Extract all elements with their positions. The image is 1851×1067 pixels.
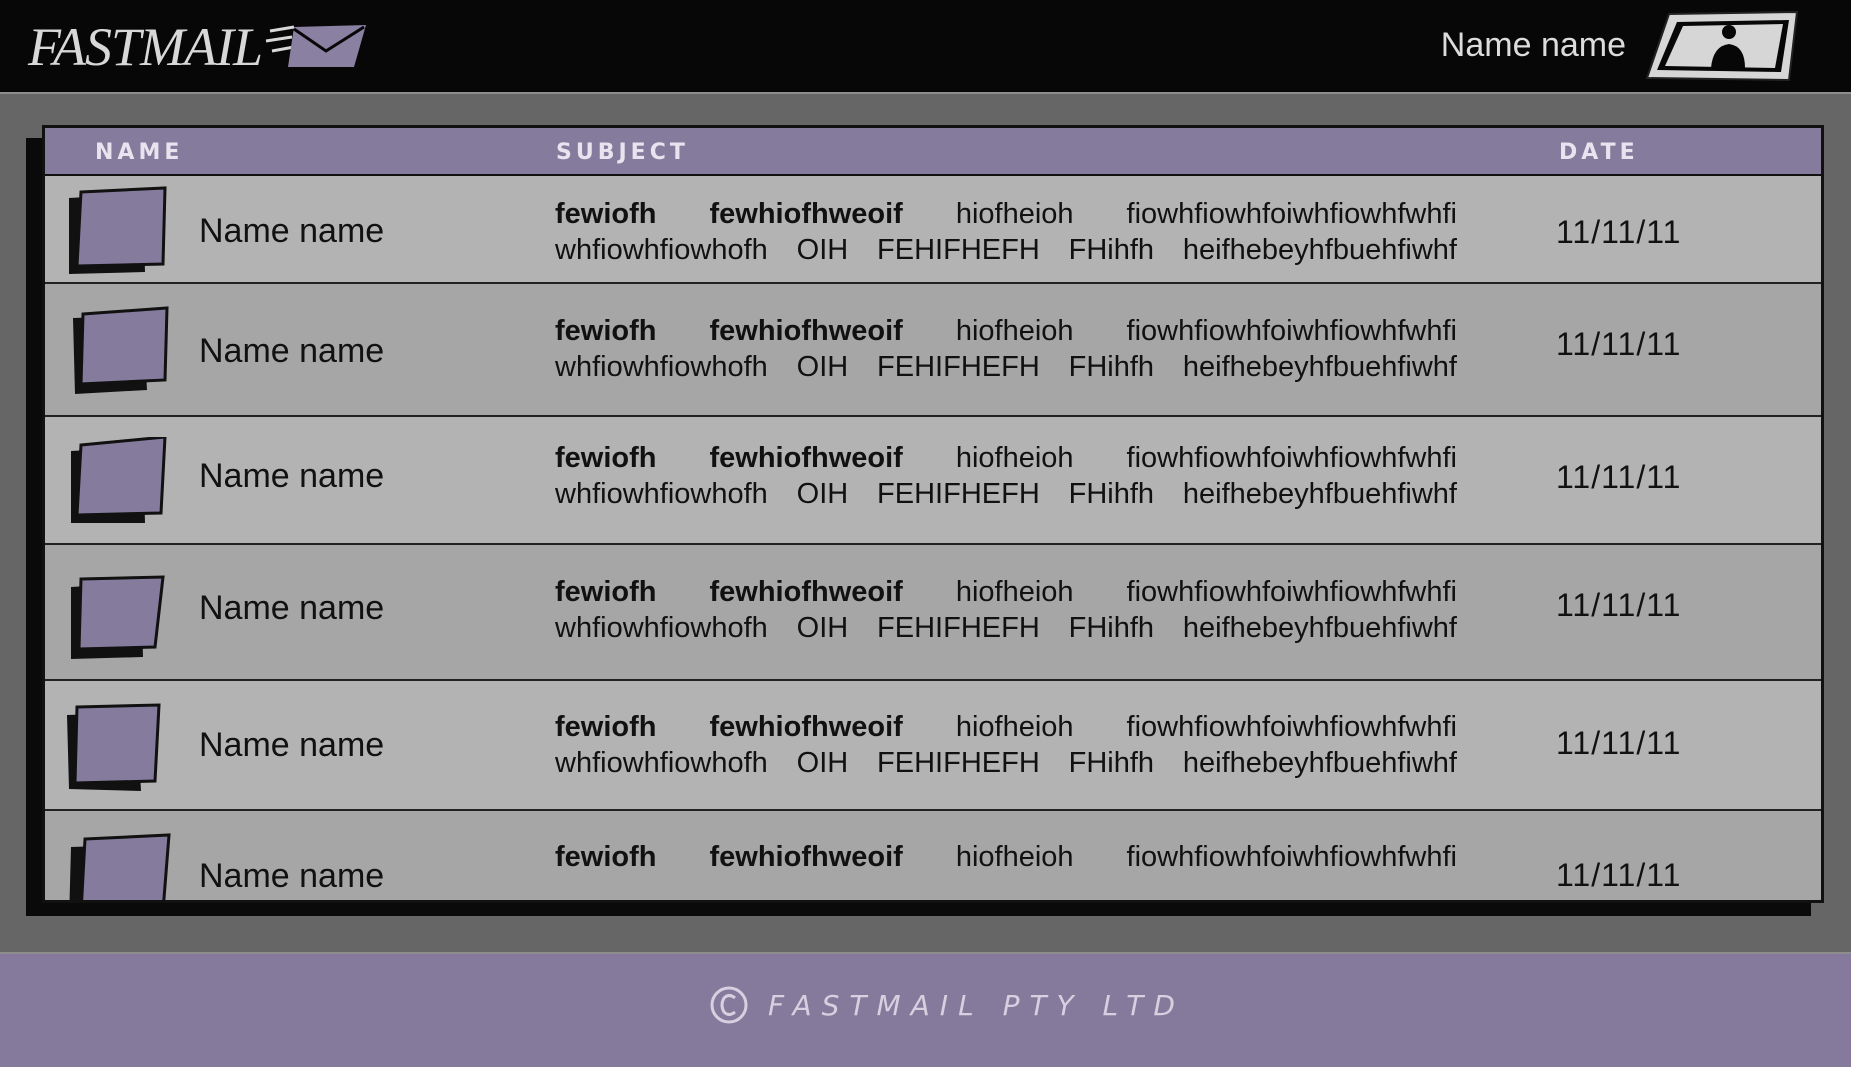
- subject-word: fewiofh: [555, 198, 657, 230]
- sender-name: Name name: [199, 332, 385, 370]
- subject-word: hiofheioh: [955, 841, 1074, 873]
- message-subject: fewiofh fewhiofhweoif hiofheioh fiowhfio…: [555, 196, 1457, 268]
- subject-word: whfiowhfiowhofh: [555, 234, 768, 266]
- subject-word: hiofheioh: [955, 198, 1074, 230]
- subject-word: OIH: [796, 747, 849, 779]
- subject-word: OIH: [796, 234, 849, 266]
- message-date: 11/11/11: [1556, 214, 1682, 250]
- message-row[interactable]: Name name fewiofh fewhiofhweoif hiofheio…: [45, 811, 1821, 900]
- subject-word: FEHIFHEFH: [877, 478, 1040, 510]
- subject-word: whfiowhfiowhofh: [555, 478, 768, 510]
- message-subject: fewiofh fewhiofhweoif hiofheioh fiowhfio…: [555, 839, 1457, 875]
- subject-word: FEHIFHEFH: [877, 612, 1040, 644]
- subject-word: fewhiofhweoif: [709, 711, 903, 743]
- message-row[interactable]: Name name fewiofh fewhiofhweoif hiofheio…: [45, 681, 1821, 811]
- subject-word: heifhebeyhfbuehfiwhf: [1182, 478, 1457, 510]
- message-subject: fewiofh fewhiofhweoif hiofheioh fiowhfio…: [555, 574, 1457, 646]
- subject-word: fiowhfiowhfoiwhfiowhfwhfi: [1126, 576, 1457, 608]
- subject-word: OIH: [796, 612, 849, 644]
- subject-word: FEHIFHEFH: [877, 747, 1040, 779]
- sender-name: Name name: [199, 212, 385, 250]
- subject-word: hiofheioh: [955, 711, 1074, 743]
- subject-word: heifhebeyhfbuehfiwhf: [1182, 234, 1457, 266]
- sender-avatar-icon: [71, 575, 165, 659]
- subject-word: fiowhfiowhfoiwhfiowhfwhfi: [1126, 442, 1457, 474]
- column-header-bar: NAME SUBJECT DATE: [45, 128, 1821, 176]
- message-row[interactable]: Name name fewiofh fewhiofhweoif hiofheio…: [45, 284, 1821, 417]
- subject-word: FEHIFHEFH: [877, 234, 1040, 266]
- subject-word: fewiofh: [555, 711, 657, 743]
- subject-word: fiowhfiowhfoiwhfiowhfwhfi: [1126, 315, 1457, 347]
- copyright-text: FASTMAIL PTY LTD: [768, 988, 1185, 1022]
- app-header: FASTMAIL Name name: [0, 0, 1851, 94]
- message-date: 11/11/11: [1556, 725, 1682, 761]
- sender-name: Name name: [199, 857, 385, 895]
- sender-avatar-icon: [67, 703, 161, 791]
- user-avatar-icon[interactable]: [1641, 10, 1803, 86]
- envelope-icon: [265, 25, 367, 67]
- message-subject: fewiofh fewhiofhweoif hiofheioh fiowhfio…: [555, 313, 1457, 385]
- subject-word: hiofheioh: [955, 576, 1074, 608]
- message-list-panel: NAME SUBJECT DATE Name name fewiofh fewh…: [42, 125, 1824, 903]
- sender-name: Name name: [199, 457, 385, 495]
- sender-avatar-icon: [69, 833, 171, 900]
- subject-word: fiowhfiowhfoiwhfiowhfwhfi: [1126, 711, 1457, 743]
- user-name[interactable]: Name name: [1441, 26, 1626, 65]
- subject-word: hiofheioh: [955, 442, 1074, 474]
- message-subject: fewiofh fewhiofhweoif hiofheioh fiowhfio…: [555, 709, 1457, 781]
- column-header-name[interactable]: NAME: [95, 140, 183, 165]
- sender-avatar-icon: [73, 306, 169, 394]
- message-date: 11/11/11: [1556, 857, 1682, 893]
- subject-word: whfiowhfiowhofh: [555, 351, 768, 383]
- subject-word: OIH: [796, 478, 849, 510]
- message-row[interactable]: Name name fewiofh fewhiofhweoif hiofheio…: [45, 545, 1821, 681]
- column-header-subject[interactable]: SUBJECT: [556, 140, 689, 165]
- subject-word: fewiofh: [555, 442, 657, 474]
- logo-text: FASTMAIL: [28, 17, 263, 77]
- subject-word: whfiowhfiowhofh: [555, 747, 768, 779]
- column-header-date[interactable]: DATE: [1559, 140, 1639, 165]
- subject-word: fiowhfiowhfoiwhfiowhfwhfi: [1126, 841, 1457, 873]
- subject-word: fiowhfiowhfoiwhfiowhfwhfi: [1126, 198, 1457, 230]
- sender-avatar-icon: [71, 437, 167, 523]
- subject-word: hiofheioh: [955, 315, 1074, 347]
- subject-word: fewhiofhweoif: [709, 841, 903, 873]
- subject-word: FEHIFHEFH: [877, 351, 1040, 383]
- subject-word: FHihfh: [1068, 612, 1155, 644]
- subject-word: heifhebeyhfbuehfiwhf: [1182, 747, 1457, 779]
- message-date: 11/11/11: [1556, 587, 1682, 623]
- sender-name: Name name: [199, 589, 385, 627]
- subject-word: FHihfh: [1068, 234, 1155, 266]
- fastmail-logo[interactable]: FASTMAIL: [28, 14, 374, 80]
- subject-word: fewhiofhweoif: [709, 442, 903, 474]
- subject-word: FHihfh: [1068, 478, 1155, 510]
- message-row[interactable]: Name name fewiofh fewhiofhweoif hiofheio…: [45, 176, 1821, 284]
- copyright-icon: [710, 986, 748, 1024]
- subject-word: whfiowhfiowhofh: [555, 612, 768, 644]
- subject-word: FHihfh: [1068, 351, 1155, 383]
- subject-word: heifhebeyhfbuehfiwhf: [1182, 612, 1457, 644]
- subject-word: fewiofh: [555, 576, 657, 608]
- subject-word: FHihfh: [1068, 747, 1155, 779]
- message-row[interactable]: Name name fewiofh fewhiofhweoif hiofheio…: [45, 417, 1821, 545]
- sender-avatar-icon: [69, 186, 167, 274]
- message-rows: Name name fewiofh fewhiofhweoif hiofheio…: [45, 176, 1821, 900]
- subject-word: fewiofh: [555, 841, 657, 873]
- copyright: FASTMAIL PTY LTD: [708, 984, 1185, 1026]
- sender-name: Name name: [199, 726, 385, 764]
- subject-word: heifhebeyhfbuehfiwhf: [1182, 351, 1457, 383]
- subject-word: fewhiofhweoif: [709, 198, 903, 230]
- subject-word: fewiofh: [555, 315, 657, 347]
- subject-word: fewhiofhweoif: [709, 576, 903, 608]
- subject-word: OIH: [796, 351, 849, 383]
- message-subject: fewiofh fewhiofhweoif hiofheioh fiowhfio…: [555, 440, 1457, 512]
- message-date: 11/11/11: [1556, 459, 1682, 495]
- subject-word: fewhiofhweoif: [709, 315, 903, 347]
- message-date: 11/11/11: [1556, 326, 1682, 362]
- app-footer: FASTMAIL PTY LTD: [0, 952, 1851, 1067]
